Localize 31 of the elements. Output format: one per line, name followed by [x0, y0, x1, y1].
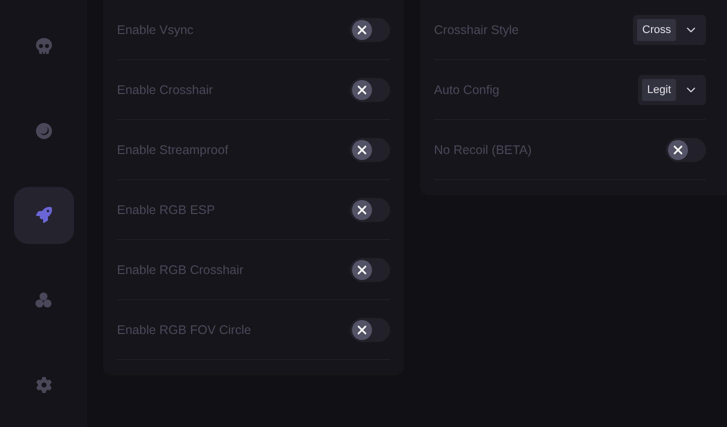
toggle-switch[interactable] [350, 138, 390, 162]
toggle-switch[interactable] [350, 318, 390, 342]
dropdown[interactable]: Cross [633, 14, 706, 44]
close-icon [357, 24, 367, 34]
toggle-switch[interactable] [666, 138, 706, 162]
setting-label: No Recoil (BETA) [434, 142, 532, 156]
toggle-switch[interactable] [350, 18, 390, 42]
close-icon [357, 84, 367, 94]
three-circles-icon [35, 292, 52, 308]
close-icon [357, 204, 367, 214]
dropdown[interactable]: Legit [638, 74, 706, 104]
setting-label: Enable RGB FOV Circle [117, 322, 252, 336]
setting-label: Enable RGB Crosshair [117, 262, 244, 276]
close-icon [357, 324, 367, 334]
toggle-switch[interactable] [350, 198, 390, 222]
setting-label: Crosshair Style [434, 22, 519, 36]
settings-icon [36, 376, 52, 393]
rocket-icon [36, 207, 52, 224]
setting-label: Enable Streamproof [117, 142, 228, 156]
sidebar-item[interactable] [14, 186, 74, 244]
skull-icon [36, 38, 52, 54]
close-icon [357, 144, 367, 154]
toggle-switch[interactable] [350, 258, 390, 282]
setting-label: Enable RGB ESP [117, 202, 215, 216]
toggle-switch[interactable] [350, 78, 390, 102]
setting-label: Auto Config [434, 82, 500, 96]
close-icon [673, 144, 683, 154]
close-icon [357, 264, 367, 274]
setting-label: Enable Crosshair [117, 82, 213, 96]
moon-icon [36, 122, 52, 139]
setting-label: Enable Vsync [117, 22, 194, 36]
